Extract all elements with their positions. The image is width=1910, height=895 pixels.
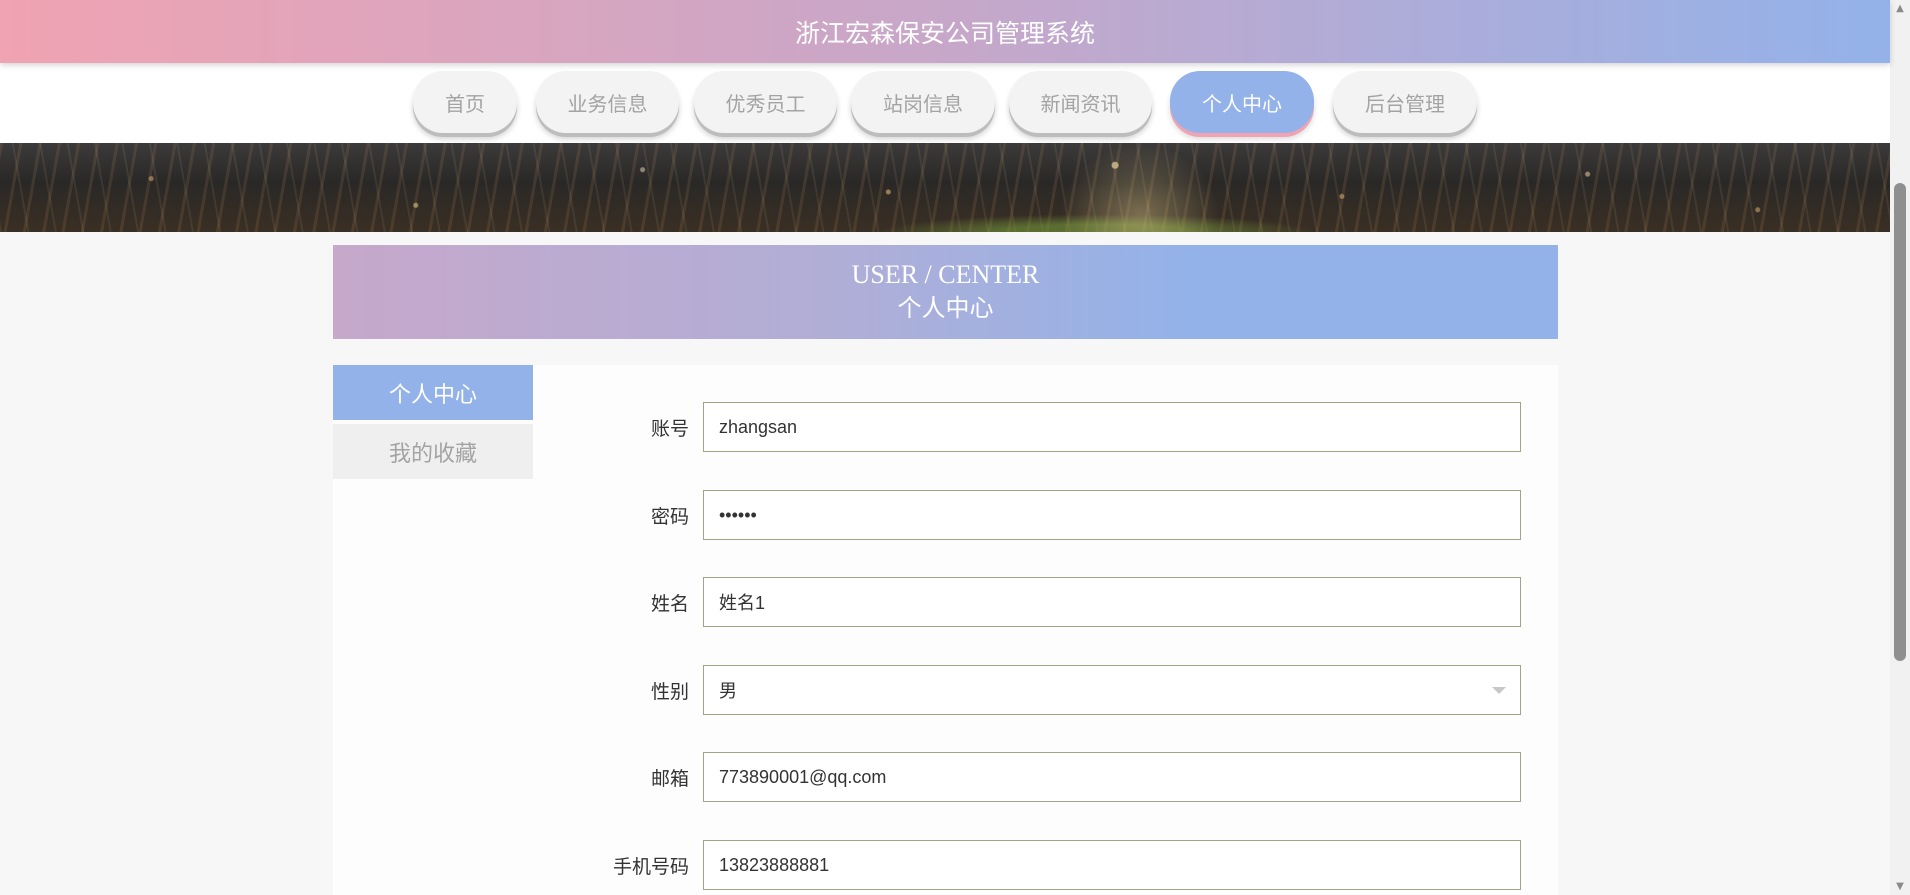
vertical-scrollbar[interactable]: ▲ ▼ — [1890, 0, 1910, 895]
form-row-name: 姓名 姓名1 — [590, 577, 1521, 627]
nav-item-business-info[interactable]: 业务信息 — [536, 71, 679, 133]
form-row-account: 账号 zhangsan — [590, 402, 1521, 452]
nav-item-post-info[interactable]: 站岗信息 — [851, 71, 995, 133]
name-field[interactable]: 姓名1 — [703, 577, 1521, 627]
section-header: USER / CENTER 个人中心 — [333, 245, 1558, 339]
gender-value: 男 — [719, 681, 737, 701]
name-label: 姓名 — [650, 592, 689, 615]
banner-glow — [1060, 143, 1220, 232]
gender-label: 性别 — [650, 680, 689, 703]
email-field[interactable]: 773890001@qq.com — [703, 752, 1521, 802]
app-title: 浙江宏森保安公司管理系统 — [794, 18, 1095, 48]
email-label: 邮箱 — [650, 767, 689, 790]
chevron-down-icon — [1492, 687, 1506, 694]
password-label: 密码 — [650, 505, 689, 528]
nav-item-home[interactable]: 首页 — [413, 71, 517, 133]
phone-field[interactable]: 13823888881 — [703, 840, 1521, 890]
banner-image — [0, 143, 1890, 232]
arrow-down-icon[interactable]: ▼ — [1890, 878, 1910, 895]
sidebar-item-personal-center[interactable]: 个人中心 — [333, 365, 533, 426]
nav-item-news[interactable]: 新闻资讯 — [1009, 71, 1152, 133]
account-field[interactable]: zhangsan — [703, 402, 1521, 452]
app-title-bar: 浙江宏森保安公司管理系统 — [0, 0, 1890, 63]
form-row-phone: 手机号码 13823888881 — [590, 840, 1521, 890]
sidebar-item-my-favorites[interactable]: 我的收藏 — [333, 424, 533, 485]
nav-item-personal-center[interactable]: 个人中心 — [1170, 71, 1314, 133]
section-title-zh: 个人中心 — [897, 294, 994, 322]
nav-item-excellent-staff[interactable]: 优秀员工 — [694, 71, 837, 133]
gender-select[interactable]: 男 — [703, 665, 1521, 715]
form-row-email: 邮箱 773890001@qq.com — [590, 752, 1521, 802]
scrollbar-thumb[interactable] — [1894, 183, 1906, 661]
account-label: 账号 — [650, 417, 689, 440]
form-row-password: 密码 •••••• — [590, 490, 1521, 540]
password-field[interactable]: •••••• — [703, 490, 1521, 540]
arrow-up-icon[interactable]: ▲ — [1890, 0, 1910, 17]
main-nav: 首页 业务信息 优秀员工 站岗信息 新闻资讯 个人中心 后台管理 — [0, 63, 1890, 143]
nav-item-admin[interactable]: 后台管理 — [1333, 71, 1477, 133]
phone-label: 手机号码 — [612, 855, 689, 878]
form-row-gender: 性别 男 — [590, 665, 1521, 715]
section-title-en: USER / CENTER — [851, 260, 1040, 289]
